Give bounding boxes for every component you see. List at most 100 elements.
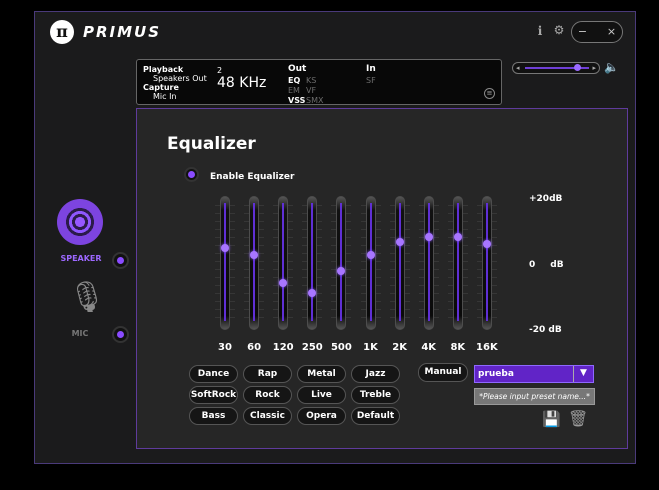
eq-band-slider[interactable]: [302, 195, 323, 331]
eq-band-knob[interactable]: [395, 237, 404, 246]
playback-device: Speakers Out: [153, 74, 207, 83]
slider-track: [398, 203, 401, 321]
eq-band-slider[interactable]: [447, 195, 468, 331]
capture-label: Capture: [143, 83, 179, 92]
status-menu-icon[interactable]: ≡: [484, 88, 495, 99]
preset-button-opera[interactable]: Opera: [297, 407, 346, 425]
slider-track: [282, 203, 285, 321]
preset-button-jazz[interactable]: Jazz: [351, 365, 400, 383]
speaker-volume-icon[interactable]: 🔈: [604, 61, 622, 74]
window-controls: − ×: [571, 21, 623, 43]
eq-frequency-label: 250: [301, 342, 323, 353]
eq-band-slider[interactable]: [273, 195, 294, 331]
mic-label: MIC: [71, 329, 89, 338]
in-label: In: [366, 64, 376, 74]
preset-dropdown[interactable]: prueba ▼: [474, 365, 594, 383]
slider-track: [340, 203, 343, 321]
eq-band-knob[interactable]: [250, 250, 259, 259]
out-smx: SMX: [306, 96, 324, 105]
eq-band-knob[interactable]: [308, 288, 317, 297]
enable-equalizer-radio[interactable]: [184, 167, 199, 182]
speaker-radio[interactable]: [112, 252, 129, 269]
delete-preset-icon[interactable]: 🗑: [568, 409, 588, 429]
eq-band-slider[interactable]: [389, 195, 410, 331]
preset-button-classic[interactable]: Classic: [243, 407, 292, 425]
preset-button-dance[interactable]: Dance: [189, 365, 238, 383]
eq-band-slider[interactable]: [215, 195, 235, 331]
preset-button-softrock[interactable]: SoftRock: [189, 386, 238, 404]
eq-frequency-label: 120: [272, 342, 294, 353]
slider-track: [369, 203, 372, 321]
eq-band-slider[interactable]: [331, 195, 352, 331]
status-panel: Playback Speakers Out Capture Mic In 2 4…: [136, 59, 502, 105]
preset-button-rap[interactable]: Rap: [243, 365, 292, 383]
primus-app-window: π PRIMUS i ⚙ − × Playback Speakers Out C…: [34, 11, 636, 464]
db-zero-unit: dB: [550, 260, 564, 270]
manual-preset-button[interactable]: Manual: [418, 363, 468, 382]
out-ks: KS: [306, 76, 317, 85]
eq-frequency-label: 1K: [363, 342, 378, 353]
preset-name-input[interactable]: *Please input preset name...*: [474, 388, 595, 405]
sample-rate: 48 KHz: [217, 75, 267, 91]
mic-radio[interactable]: [112, 326, 129, 343]
device-nav: SPEAKER 🎙 MIC: [35, 110, 135, 450]
settings-gear-icon[interactable]: ⚙: [552, 23, 566, 37]
eq-frequency-label: 16K: [476, 342, 498, 353]
eq-band-slider[interactable]: [244, 195, 265, 331]
speaker-icon[interactable]: [57, 199, 103, 245]
info-icon[interactable]: i: [535, 24, 545, 38]
eq-frequency-label: 60: [247, 342, 262, 353]
out-eq: EQ: [288, 76, 301, 85]
save-preset-icon[interactable]: 💾: [542, 410, 561, 428]
eq-band-slider[interactable]: [360, 195, 381, 331]
eq-frequency-label: 30: [218, 342, 232, 353]
preset-button-metal[interactable]: Metal: [297, 365, 346, 383]
volume-left-icon: ◂: [516, 64, 520, 72]
microphone-icon[interactable]: 🎙: [68, 276, 106, 320]
eq-band-knob[interactable]: [453, 233, 462, 242]
eq-band-knob[interactable]: [424, 233, 433, 242]
speaker-label: SPEAKER: [60, 254, 102, 263]
close-button[interactable]: ×: [604, 25, 619, 40]
eq-frequency-label: 4K: [421, 342, 437, 353]
capture-device: Mic In: [153, 92, 177, 101]
volume-knob[interactable]: [573, 64, 581, 71]
enable-equalizer-label: Enable Equalizer: [210, 172, 295, 182]
eq-frequency-label: 2K: [392, 342, 407, 353]
brand-title: PRIMUS: [83, 23, 162, 41]
preset-button-rock[interactable]: Rock: [243, 386, 292, 404]
preset-button-treble[interactable]: Treble: [351, 386, 400, 404]
db-max-label: +20dB: [529, 194, 563, 204]
slider-track: [311, 203, 314, 321]
equalizer-panel: Equalizer Enable Equalizer 30 60 120 250 500…: [136, 108, 628, 449]
preset-button-bass[interactable]: Bass: [189, 407, 238, 425]
out-em: EM: [288, 86, 300, 95]
slider-track: [485, 203, 488, 321]
db-min-label: -20 dB: [529, 325, 562, 335]
eq-band-slider[interactable]: [418, 195, 439, 331]
playback-label: Playback: [143, 65, 184, 74]
eq-band-slider[interactable]: [476, 195, 497, 331]
out-label: Out: [288, 64, 307, 74]
preset-selected-value: prueba: [478, 369, 514, 379]
eq-frequency-label: 500: [330, 342, 352, 353]
minimize-button[interactable]: −: [575, 25, 590, 40]
preset-button-live[interactable]: Live: [297, 386, 346, 404]
title-bar: π PRIMUS i ⚙ − ×: [35, 12, 635, 52]
out-vss: VSS: [288, 96, 306, 105]
slider-track: [224, 203, 226, 321]
master-volume-slider[interactable]: ◂ ▸: [512, 62, 600, 74]
slider-track: [427, 203, 430, 321]
slider-track: [253, 203, 256, 321]
db-zero-label: 0 dB: [529, 260, 564, 270]
eq-band-knob[interactable]: [366, 250, 375, 259]
eq-band-knob[interactable]: [221, 243, 229, 252]
chevron-down-icon[interactable]: ▼: [573, 366, 593, 382]
eq-band-sliders: 30 60 120 250 500 1K 2K 4K 8K 16K: [215, 195, 499, 353]
preset-button-default[interactable]: Default: [351, 407, 400, 425]
db-zero-value: 0: [529, 260, 536, 270]
eq-frequency-label: 8K: [450, 342, 466, 353]
slider-track: [456, 203, 459, 321]
out-vf: VF: [306, 86, 317, 95]
channel-count: 2: [217, 66, 223, 75]
